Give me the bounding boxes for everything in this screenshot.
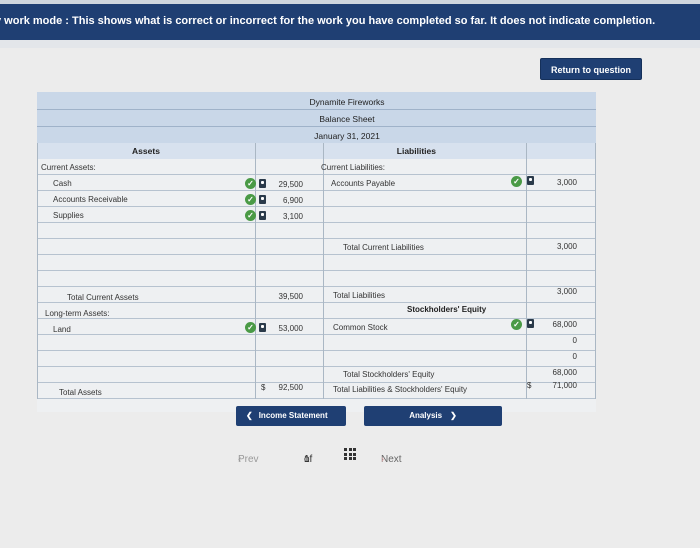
- header-divider: [37, 126, 596, 127]
- chevron-right-icon: ❯: [450, 411, 457, 420]
- correct-check-icon: ✓: [245, 178, 256, 189]
- common-stock-amount[interactable]: 68,000: [537, 320, 577, 329]
- total-liabilities-label: Total Liabilities: [333, 291, 386, 300]
- accounts-receivable-label[interactable]: Accounts Receivable: [53, 195, 128, 204]
- tag-icon[interactable]: [527, 319, 534, 328]
- tag-icon[interactable]: [259, 195, 266, 204]
- chevron-left-icon: ❮: [246, 411, 253, 420]
- current-liabilities-label: Current Liabilities:: [321, 163, 386, 172]
- correct-check-icon: ✓: [511, 319, 522, 330]
- stockholders-equity-header: Stockholders' Equity: [407, 305, 487, 314]
- header-divider: [37, 109, 596, 110]
- correct-check-icon: ✓: [245, 210, 256, 221]
- total-stockholders-equity-label: Total Stockholders' Equity: [343, 370, 435, 379]
- income-statement-label: Income Statement: [258, 411, 328, 420]
- assets-header: Assets: [37, 143, 255, 159]
- tag-icon[interactable]: [259, 179, 266, 188]
- supplies-amount[interactable]: 3,100: [269, 212, 303, 221]
- land-label[interactable]: Land: [53, 325, 71, 334]
- liabilities-header: Liabilities: [323, 143, 526, 159]
- total-assets-label: Total Assets: [59, 388, 102, 397]
- long-term-assets-label: Long-term Assets:: [45, 309, 110, 318]
- accounts-receivable-amount[interactable]: 6,900: [269, 196, 303, 205]
- land-amount[interactable]: 53,000: [269, 324, 303, 333]
- equity-blank-amount[interactable]: 0: [537, 352, 577, 361]
- statement-title: Balance Sheet: [319, 114, 375, 124]
- common-stock-label[interactable]: Common Stock: [333, 323, 388, 332]
- analysis-tab-button[interactable]: Analysis ❯: [364, 406, 502, 426]
- total-liabilities-equity-amount[interactable]: 71,000: [537, 381, 577, 390]
- work-mode-text: y work mode : This shows what is correct…: [0, 15, 656, 27]
- equity-blank-amount[interactable]: 0: [537, 336, 577, 345]
- tag-icon[interactable]: [259, 211, 266, 220]
- prev-label: Prev: [238, 454, 259, 465]
- current-assets-label: Current Assets:: [41, 163, 96, 172]
- chevron-right-icon: ›: [381, 454, 385, 465]
- total-liabilities-amount[interactable]: 3,000: [537, 287, 577, 296]
- accounts-payable-amount[interactable]: 3,000: [537, 178, 577, 187]
- assets-header-blank: [255, 143, 323, 159]
- company-name: Dynamite Fireworks: [309, 97, 385, 107]
- cash-label[interactable]: Cash: [53, 179, 72, 188]
- total-current-liabilities-amount[interactable]: 3,000: [537, 242, 577, 251]
- total-liabilities-equity-label: Total Liabilities & Stockholders' Equity: [333, 385, 468, 394]
- dollar-sign: $: [261, 383, 266, 392]
- banner-divider: [0, 40, 700, 48]
- dollar-sign: $: [527, 381, 532, 390]
- work-mode-banner: y work mode : This shows what is correct…: [0, 4, 700, 40]
- cash-amount[interactable]: 29,500: [269, 180, 303, 189]
- liabilities-header-blank: [526, 143, 596, 159]
- statement-date: January 31, 2021: [314, 131, 380, 141]
- return-to-question-button[interactable]: Return to question: [540, 58, 642, 80]
- total-current-liabilities-label: Total Current Liabilities: [343, 243, 424, 252]
- correct-check-icon: ✓: [511, 176, 522, 187]
- page-total: 1: [304, 454, 310, 465]
- total-assets-amount[interactable]: 92,500: [269, 383, 303, 392]
- pager: ‹ Prev 1 of 1 Next ›: [238, 444, 438, 468]
- correct-check-icon: ✓: [245, 194, 256, 205]
- balance-sheet: Dynamite Fireworks Balance Sheet January…: [37, 92, 596, 412]
- income-statement-tab-button[interactable]: ❮ Income Statement: [236, 406, 346, 426]
- total-current-assets-label: Total Current Assets: [67, 293, 139, 302]
- correct-check-icon: ✓: [245, 322, 256, 333]
- total-stockholders-equity-amount[interactable]: 68,000: [537, 368, 577, 377]
- supplies-label[interactable]: Supplies: [53, 211, 84, 220]
- tag-icon[interactable]: [527, 176, 534, 185]
- tag-icon[interactable]: [259, 323, 266, 332]
- accounts-payable-label[interactable]: Accounts Payable: [331, 179, 395, 188]
- total-current-assets-amount[interactable]: 39,500: [269, 292, 303, 301]
- analysis-label: Analysis: [409, 411, 443, 420]
- grid-icon[interactable]: [344, 448, 356, 460]
